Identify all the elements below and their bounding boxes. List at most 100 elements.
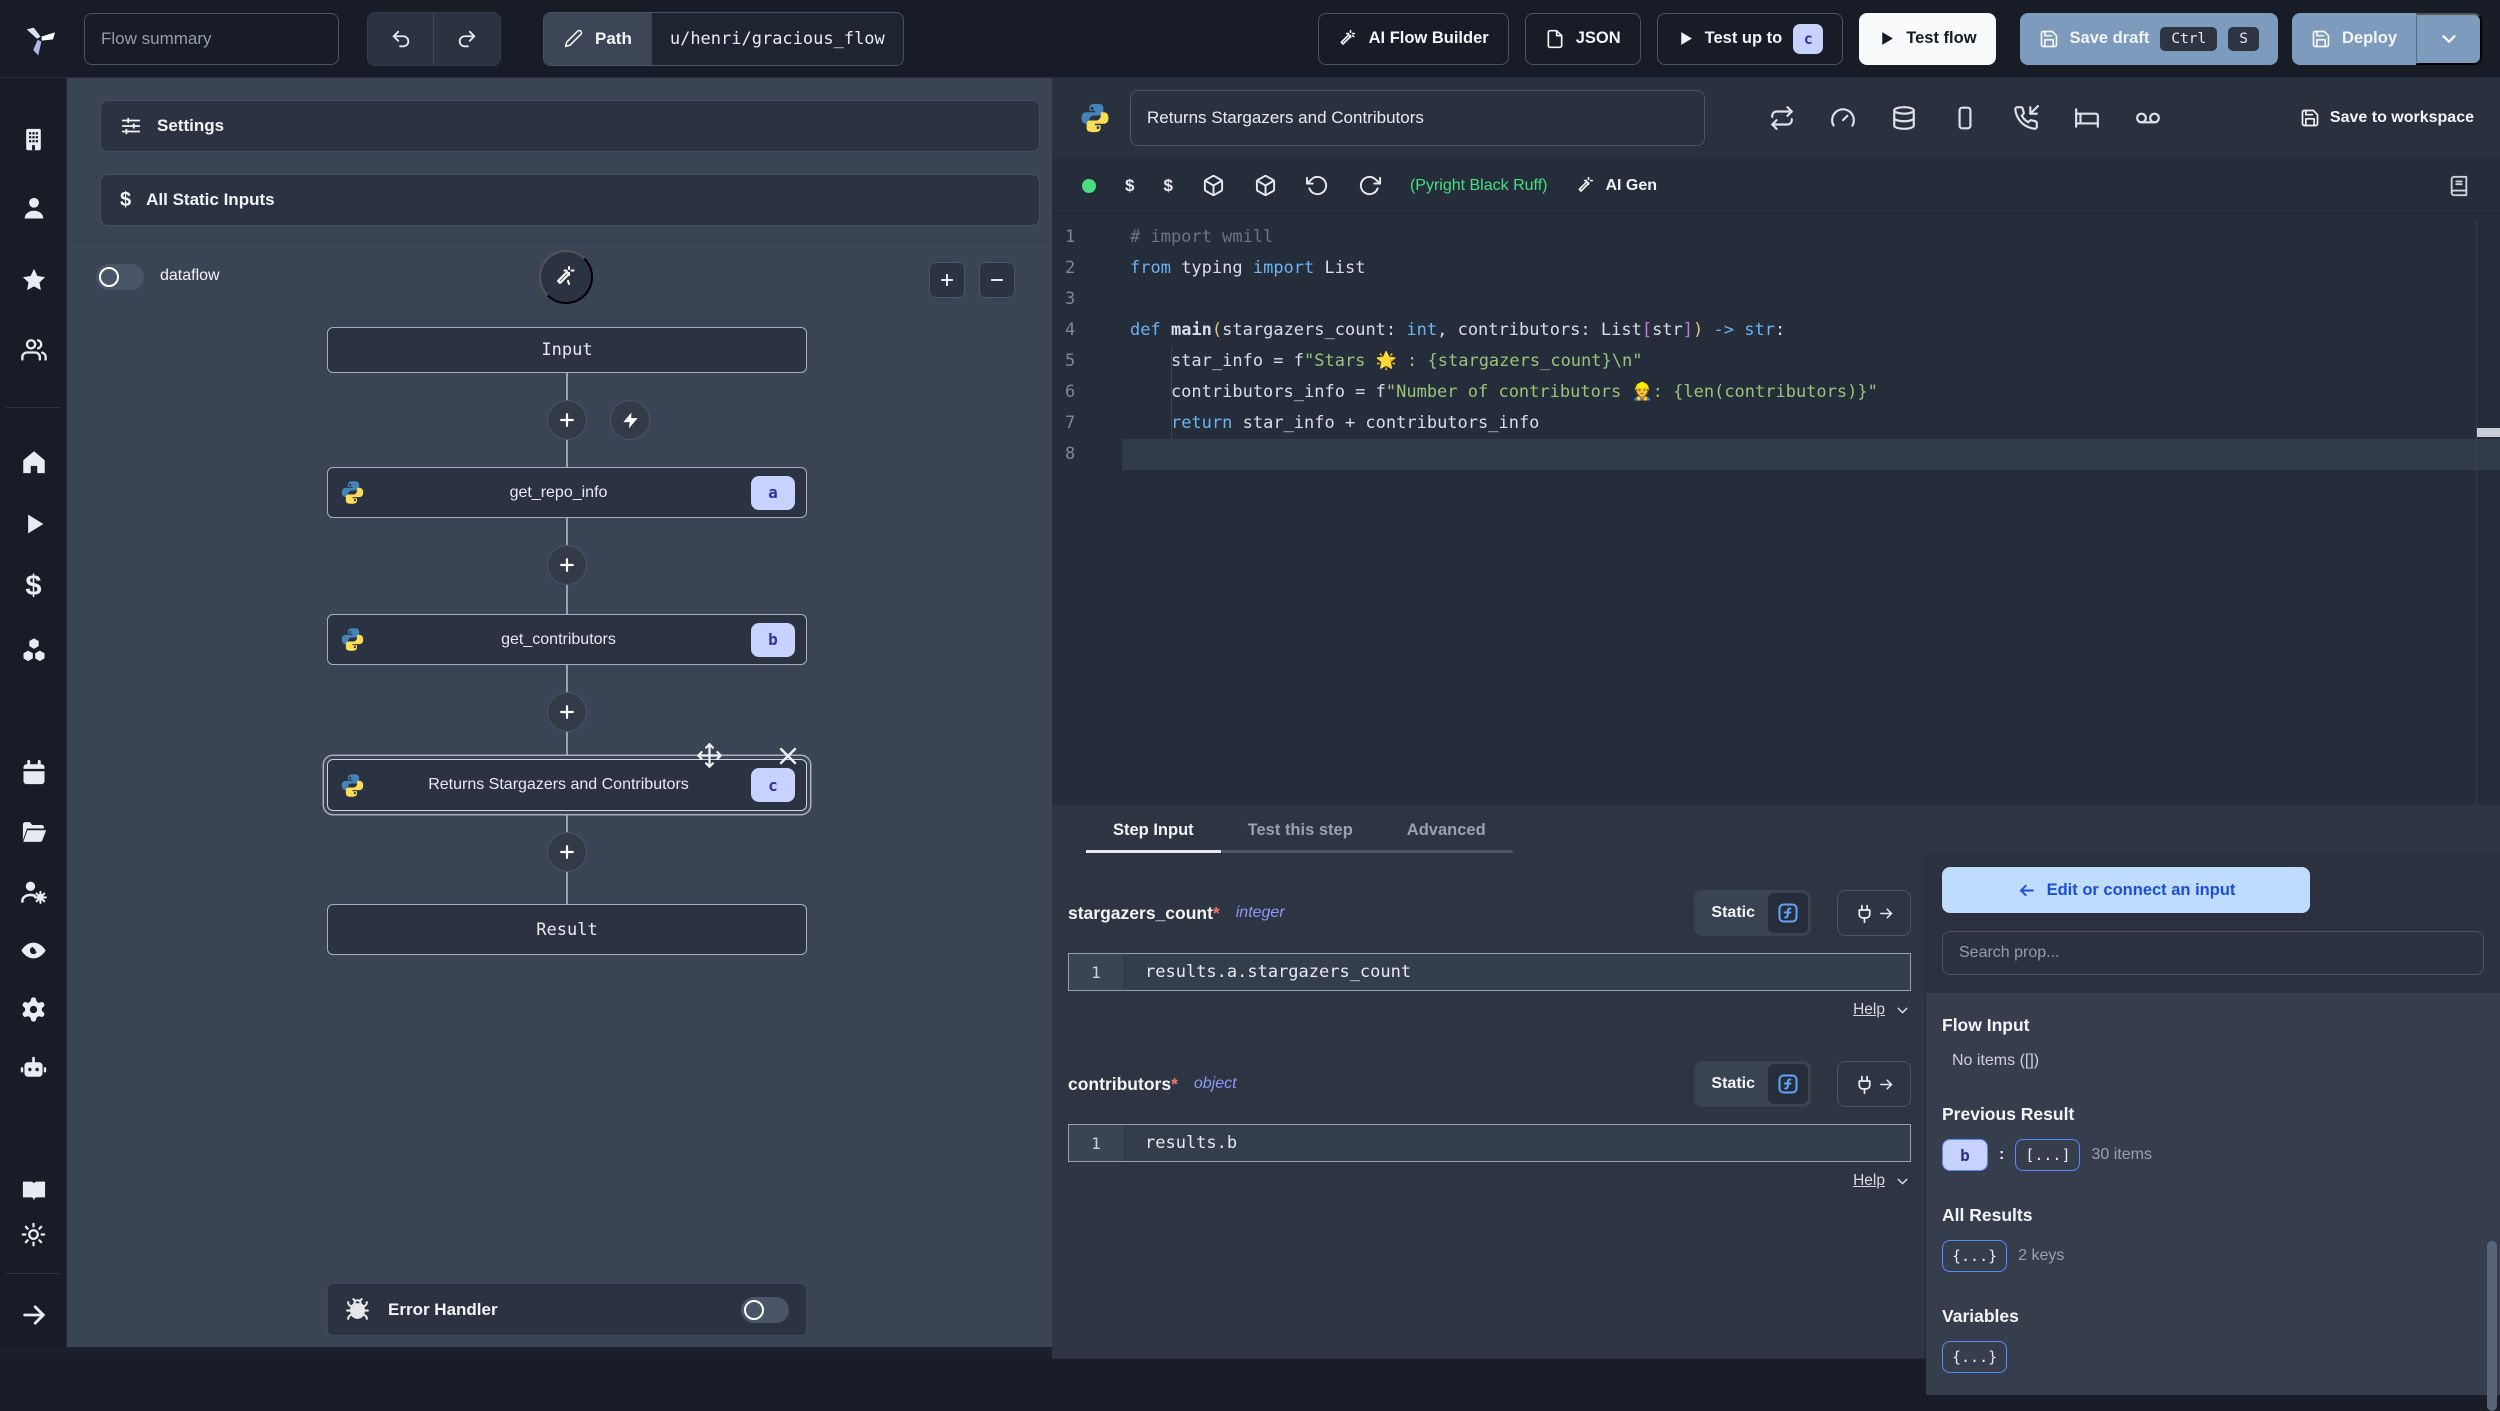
- resources-dollar-icon[interactable]: $: [1163, 176, 1172, 196]
- zoom-out-button[interactable]: [979, 262, 1015, 298]
- insert-step-button[interactable]: [547, 832, 587, 872]
- all-static-inputs-button[interactable]: $ All Static Inputs: [100, 174, 1040, 226]
- sleep-bed-icon[interactable]: [2074, 105, 2100, 131]
- favorites-star-icon[interactable]: [0, 266, 67, 294]
- folders-icon[interactable]: [0, 818, 67, 846]
- input-mode-toggle[interactable]: Static: [1694, 1061, 1811, 1107]
- code-line[interactable]: def main(stargazers_count: int, contribu…: [1122, 315, 2500, 346]
- suspend-phone-icon[interactable]: [2013, 105, 2039, 131]
- ai-bot-icon[interactable]: [0, 1055, 67, 1084]
- windmill-logo-icon[interactable]: [18, 19, 62, 59]
- expression-input[interactable]: 1 results.a.stargazers_count: [1068, 953, 1911, 991]
- flow-summary-input[interactable]: [84, 12, 339, 65]
- undo-button[interactable]: [368, 12, 434, 65]
- collapsed-array-chip[interactable]: [...]: [2015, 1139, 2081, 1171]
- error-handler-toggle[interactable]: [741, 1296, 789, 1323]
- test-flow-button[interactable]: Test flow: [1859, 12, 1996, 65]
- chevron-down-icon[interactable]: [1894, 1002, 1911, 1019]
- scrollbar-thumb[interactable]: [2487, 1241, 2497, 1411]
- tab-test-this-step[interactable]: Test this step: [1221, 812, 1380, 853]
- settings-gear-icon[interactable]: [0, 995, 67, 1024]
- docs-book-icon[interactable]: [0, 1177, 67, 1205]
- retries-repeat-icon[interactable]: [1769, 105, 1795, 131]
- runs-icon[interactable]: [0, 510, 67, 538]
- error-handler-node[interactable]: Error Handler: [327, 1283, 807, 1336]
- minimap-slider[interactable]: [2477, 428, 2500, 437]
- chevron-down-icon[interactable]: [1894, 1173, 1911, 1190]
- delete-step-icon[interactable]: [776, 744, 800, 768]
- workspace-icon[interactable]: [0, 126, 67, 153]
- variables-dollar-icon[interactable]: $: [0, 570, 67, 603]
- schedules-icon[interactable]: [0, 759, 67, 787]
- step-title-input[interactable]: [1130, 90, 1705, 146]
- tab-step-input[interactable]: Step Input: [1086, 812, 1221, 853]
- mock-voicemail-icon[interactable]: [2135, 105, 2161, 131]
- insert-step-button[interactable]: [547, 692, 587, 732]
- early-stop-gauge-icon[interactable]: [1830, 105, 1856, 131]
- expression-value[interactable]: results.a.stargazers_count: [1123, 954, 1910, 990]
- code-line[interactable]: return star_info + contributors_info: [1122, 408, 2500, 439]
- help-link[interactable]: Help: [1853, 1001, 1885, 1019]
- test-up-to-button[interactable]: Test up to c: [1656, 12, 1844, 65]
- insert-step-button[interactable]: [547, 545, 587, 585]
- code-editor[interactable]: 1 2 3 4 5 6 7 8 # import wmill from typing impor…: [1052, 214, 2500, 805]
- home-icon[interactable]: [0, 448, 67, 476]
- mode-expression-button[interactable]: [1768, 1064, 1808, 1104]
- dataflow-toggle[interactable]: [96, 264, 144, 290]
- resources-icon[interactable]: [0, 636, 67, 664]
- tab-advanced[interactable]: Advanced: [1380, 812, 1513, 853]
- connect-input-plug-button[interactable]: [1837, 1061, 1911, 1107]
- code-line[interactable]: contributors_info = f"Number of contribu…: [1122, 377, 2500, 408]
- code-line[interactable]: [1122, 284, 2500, 315]
- flow-node-step-b[interactable]: get_contributors b: [327, 614, 807, 665]
- redo-button[interactable]: [434, 13, 500, 65]
- zoom-in-button[interactable]: [929, 262, 965, 298]
- code-line[interactable]: star_info = f"Stars 🌟 : {stargazers_coun…: [1122, 346, 2500, 377]
- code-line[interactable]: from typing import List: [1122, 253, 2500, 284]
- collapsed-object-chip[interactable]: {...}: [1942, 1341, 2008, 1373]
- concurrency-square-icon[interactable]: [1952, 105, 1978, 131]
- step-b-chip[interactable]: b: [1942, 1139, 1988, 1171]
- help-link[interactable]: Help: [1853, 1172, 1885, 1190]
- library-book-icon[interactable]: [2448, 175, 2470, 197]
- ai-assist-wand-button[interactable]: [539, 250, 593, 304]
- variables-dollar-icon[interactable]: $: [1125, 176, 1134, 196]
- flow-node-input[interactable]: Input: [327, 327, 807, 373]
- save-draft-button[interactable]: Save draft Ctrl S: [2019, 12, 2278, 65]
- variables-heading[interactable]: Variables: [1942, 1306, 2484, 1327]
- ai-gen-button[interactable]: AI Gen: [1576, 176, 1657, 196]
- theme-sun-icon[interactable]: [0, 1221, 67, 1248]
- search-prop-input[interactable]: [1942, 931, 2484, 975]
- flow-node-step-a[interactable]: get_repo_info a: [327, 467, 807, 518]
- user-icon[interactable]: [0, 194, 67, 222]
- flow-node-step-c-selected[interactable]: Returns Stargazers and Contributors c: [327, 759, 807, 811]
- flow-settings-button[interactable]: Settings: [100, 100, 1040, 152]
- collapsed-object-chip[interactable]: {...}: [1942, 1240, 2008, 1272]
- reload-rotate-cw-icon[interactable]: [1358, 174, 1381, 197]
- cache-database-icon[interactable]: [1891, 105, 1917, 131]
- flow-node-result[interactable]: Result: [327, 904, 807, 955]
- ai-flow-builder-button[interactable]: AI Flow Builder: [1317, 12, 1509, 65]
- path-value[interactable]: u/henri/gracious_flow: [651, 12, 903, 65]
- flow-input-heading[interactable]: Flow Input: [1942, 1015, 2484, 1036]
- all-results-heading[interactable]: All Results: [1942, 1205, 2484, 1226]
- groups-icon[interactable]: [0, 335, 67, 363]
- package-icon[interactable]: [1254, 174, 1277, 197]
- deploy-more-button[interactable]: [2416, 12, 2482, 65]
- mode-expression-button[interactable]: [1768, 893, 1808, 933]
- workers-icon[interactable]: [0, 877, 67, 905]
- edit-or-connect-button[interactable]: Edit or connect an input: [1942, 867, 2310, 913]
- previous-result-heading[interactable]: Previous Result: [1942, 1104, 2484, 1125]
- path-field[interactable]: Path u/henri/gracious_flow: [543, 11, 904, 66]
- json-button[interactable]: JSON: [1524, 12, 1641, 65]
- connect-input-plug-button[interactable]: [1837, 890, 1911, 936]
- insert-step-button[interactable]: [547, 400, 587, 440]
- reset-rotate-ccw-icon[interactable]: [1305, 174, 1329, 197]
- expression-input[interactable]: 1 results.b: [1068, 1124, 1911, 1162]
- input-mode-toggle[interactable]: Static: [1694, 890, 1811, 936]
- code-line[interactable]: [1122, 439, 2500, 470]
- package-icon[interactable]: [1202, 174, 1225, 197]
- expand-sidebar-icon[interactable]: [0, 1301, 67, 1329]
- expression-value[interactable]: results.b: [1123, 1125, 1910, 1161]
- move-step-icon[interactable]: [696, 742, 723, 769]
